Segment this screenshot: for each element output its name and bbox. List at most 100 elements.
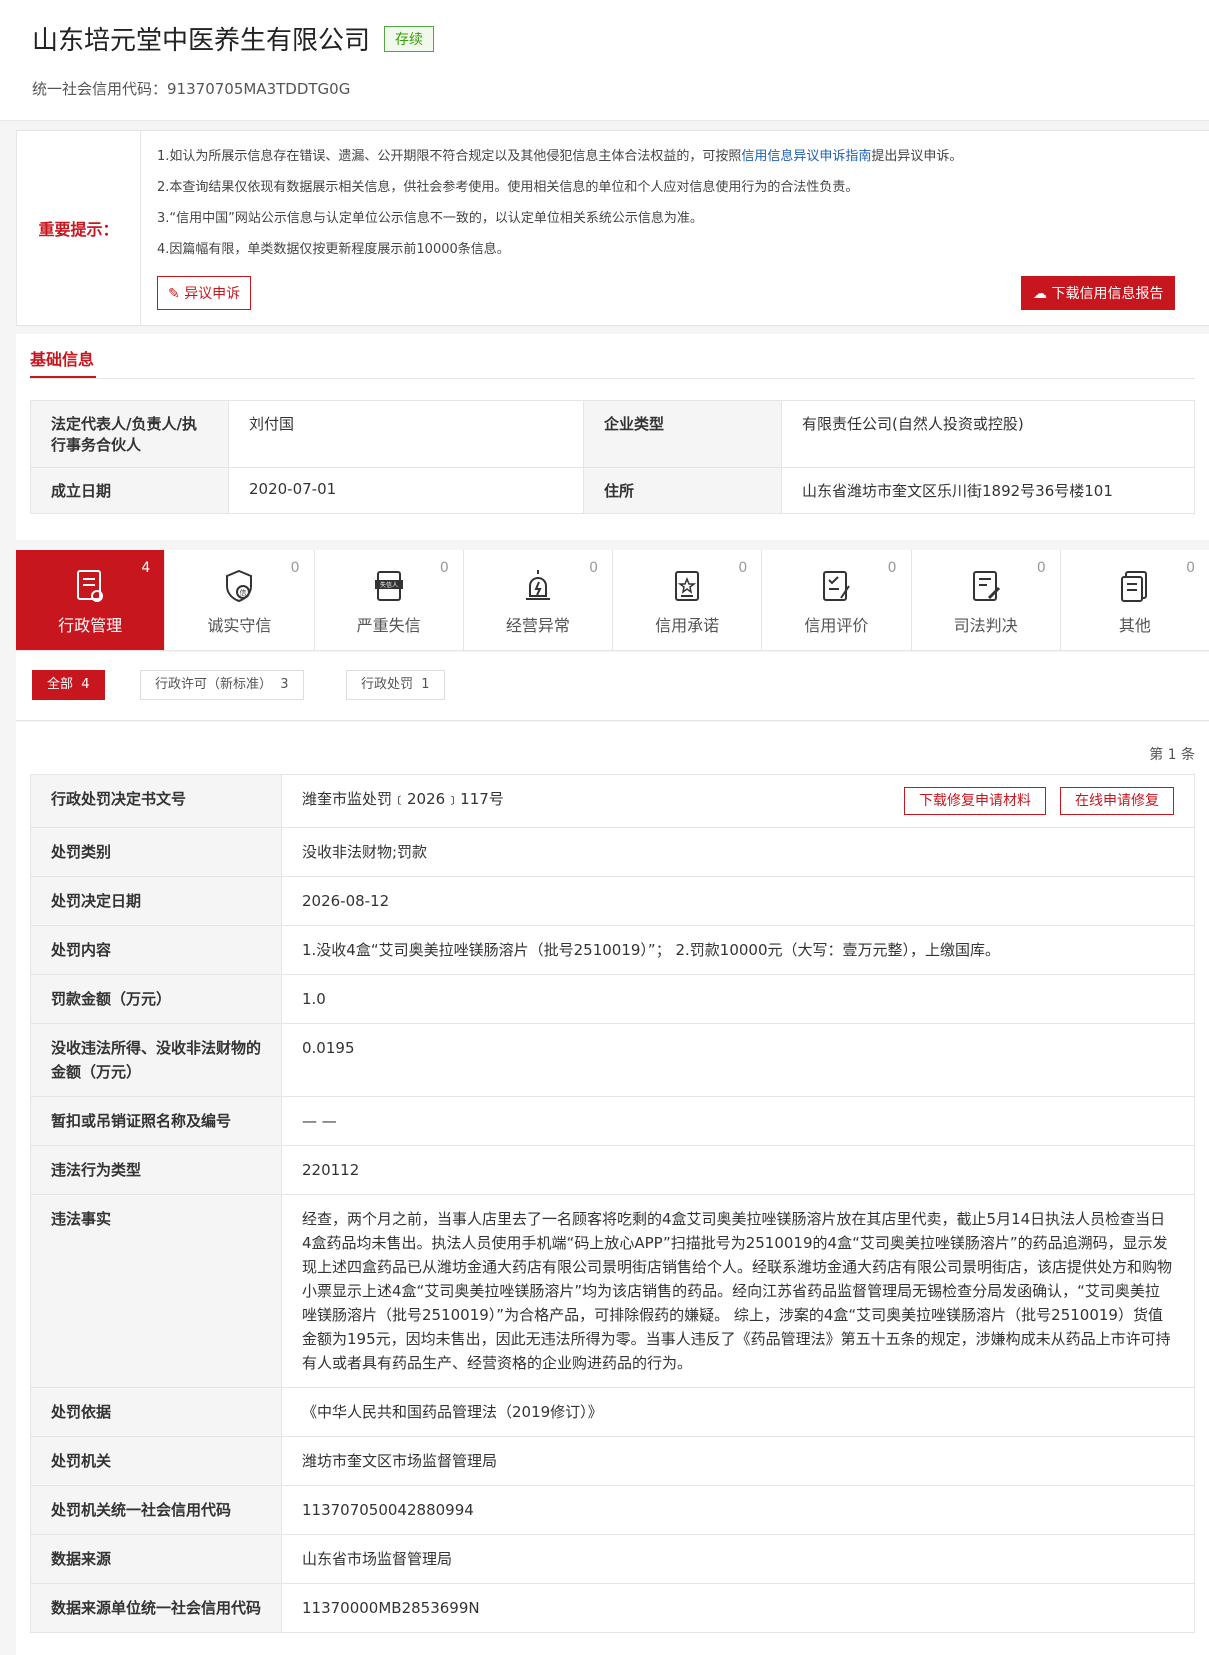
admin-doc-icon [77,570,104,602]
tab-admin[interactable]: 4 行政管理 [16,550,166,650]
tab-count: 0 [738,560,748,576]
notice-line-4: 4.因篇幅有限，单类数据仅按更新程度展示前10000条信息。 [157,242,510,257]
row-label: 行政处罚决定书文号 [30,774,282,828]
objection-button-label: 异议申诉 [184,286,241,302]
row-label: 处罚内容 [30,925,282,975]
basic-info-section: 基础信息 法定代表人/负责人/执行事务合伙人 刘付国 企业类型 有限责任公司(自… [16,334,1209,540]
table-row: 处罚依据 《中华人民共和国药品管理法（2019修订）》 [30,1387,1195,1437]
founded-label: 成立日期 [30,467,229,514]
objection-button[interactable]: ✎ 异议申诉 [157,276,252,310]
row-value: 2026-08-12 [281,876,1195,926]
filter-penalty[interactable]: 行政处罚 1 [346,670,445,700]
tab-label: 信用承诺 [655,616,720,635]
basic-info-row: 法定代表人/负责人/执行事务合伙人 刘付国 企业类型 有限责任公司(自然人投资或… [30,400,1195,468]
table-row: 处罚内容 1.没收4盒“艾司奥美拉唑镁肠溶片（批号2510019）”； 2.罚款1… [30,925,1195,975]
notice-line-1-text: 1.如认为所展示信息存在错误、遗漏、公开期限不符合规定以及其他侵犯信息主体合法权… [157,149,742,164]
alarm-icon [525,570,550,600]
tab-count: 0 [290,560,300,576]
credit-code-value: 91370705MA3TDDTG0G [167,80,351,98]
row-label: 处罚决定日期 [30,876,282,926]
tab-label: 信用评价 [804,616,869,635]
other-icon [1120,571,1147,602]
row-value: 0.0195 [281,1023,1195,1097]
online-repair-button[interactable]: 在线申请修复 [1060,787,1174,815]
filter-count: 3 [280,677,289,692]
row-value: 113707050042880994 [281,1485,1195,1535]
legal-rep-value: 刘付国 [228,400,584,468]
download-report-button[interactable]: ☁ 下载信用信息报告 [1021,276,1176,310]
table-row: 处罚决定日期 2026-08-12 [30,876,1195,926]
row-value: 《中华人民共和国药品管理法（2019修订）》 [281,1387,1195,1437]
repair-actions: 下载修复申请材料 在线申请修复 [890,787,1174,815]
row-label: 暂扣或吊销证照名称及编号 [30,1096,282,1146]
tab-count: 0 [439,560,449,576]
status-badge: 存续 [384,26,434,52]
row-value: 没收非法财物;罚款 [281,827,1195,877]
address-label: 住所 [583,467,782,514]
tab-label: 其他 [1118,616,1151,635]
shield-icon: 信 [226,569,253,603]
page-count: 第 1 条 [1149,747,1195,763]
tab-abnormal[interactable]: 0 经营异常 [464,550,613,650]
row-value: 下载修复申请材料 在线申请修复 潍奎市监处罚﹝2026﹞117号 [281,774,1195,828]
row-label: 数据来源单位统一社会信用代码 [30,1583,282,1633]
table-row: 没收违法所得、没收非法财物的金额（万元） 0.0195 [30,1023,1195,1097]
row-label: 处罚依据 [30,1387,282,1437]
row-value: 220112 [281,1145,1195,1195]
download-repair-button[interactable]: 下载修复申请材料 [904,787,1046,815]
tab-count: 4 [141,560,151,576]
basic-info-table: 法定代表人/负责人/执行事务合伙人 刘付国 企业类型 有限责任公司(自然人投资或… [30,400,1195,514]
credit-detail-page: 山东培元堂中医养生有限公司 存续 统一社会信用代码：91370705MA3TDD… [0,0,1209,1655]
table-row: 违法行为类型 220112 [30,1145,1195,1195]
table-row: 处罚机关统一社会信用代码 113707050042880994 [30,1485,1195,1535]
notice-label: 重要提示： [17,131,141,325]
notice-line-3: 3.“信用中国”网站公示信息与认定单位公示信息不一致的，以认定单位相关系统公示信… [157,211,703,226]
tab-label: 行政管理 [58,616,123,635]
active-underline [30,376,96,378]
penalty-detail: 第 1 条 行政处罚决定书文号 下载修复申请材料 在线申请修复 潍奎市监处罚﹝20… [16,722,1209,1655]
company-header: 山东培元堂中医养生有限公司 存续 统一社会信用代码：91370705MA3TDD… [0,0,1209,121]
company-type-value: 有限责任公司(自然人投资或控股) [781,400,1195,468]
judgement-icon [972,571,1000,601]
row-label: 罚款金额（万元） [30,974,282,1024]
row-value: 1.没收4盒“艾司奥美拉唑镁肠溶片（批号2510019）”； 2.罚款10000… [281,925,1195,975]
objection-guide-link[interactable]: 信用信息异议申诉指南 [741,149,871,164]
svg-text:失信人: 失信人 [380,581,398,589]
row-value: — — [281,1096,1195,1146]
row-value: 1.0 [281,974,1195,1024]
tab-rating[interactable]: 0 信用评价 [762,550,912,650]
row-value: 山东省市场监督管理局 [281,1534,1195,1584]
filter-all[interactable]: 全部 4 [32,670,105,700]
tab-promise[interactable]: 0 信用承诺 [613,550,763,650]
legal-rep-label: 法定代表人/负责人/执行事务合伙人 [30,400,229,468]
basic-info-title: 基础信息 [30,350,95,369]
company-name: 山东培元堂中医养生有限公司 [32,26,371,56]
filter-license[interactable]: 行政许可（新标准） 3 [140,670,304,700]
tab-label: 经营异常 [505,616,570,635]
company-type-label: 企业类型 [583,400,782,468]
filter-label: 行政处罚 [361,677,414,692]
dishonest-icon: 失信人 [374,571,403,601]
table-row: 数据来源单位统一社会信用代码 11370000MB2853699N [30,1583,1195,1633]
penalty-detail-table: 行政处罚决定书文号 下载修复申请材料 在线申请修复 潍奎市监处罚﹝2026﹞117… [30,774,1195,1633]
tab-count: 0 [589,560,598,576]
tab-judgement[interactable]: 0 司法判决 [912,550,1061,650]
table-row: 数据来源 山东省市场监督管理局 [30,1534,1195,1584]
filter-label: 全部 [47,677,74,692]
filter-label: 行政许可（新标准） [155,677,273,692]
tab-other[interactable]: 0 其他 [1061,550,1209,650]
cloud-download-icon: ☁ [1033,286,1047,302]
tab-label: 严重失信 [356,616,421,635]
tab-honesty[interactable]: 0 信 诚实守信 [165,550,315,650]
address-value: 山东省潍坊市奎文区乐川街1892号36号楼101 [781,467,1195,514]
tab-dishonest[interactable]: 0 失信人 严重失信 [315,550,464,650]
table-row: 行政处罚决定书文号 下载修复申请材料 在线申请修复 潍奎市监处罚﹝2026﹞117… [30,774,1195,828]
table-row: 罚款金额（万元） 1.0 [30,974,1195,1024]
row-label: 没收违法所得、没收非法财物的金额（万元） [30,1023,282,1097]
row-label: 处罚机关 [30,1436,282,1486]
promise-icon [675,571,700,601]
tab-count: 0 [1036,560,1046,576]
tab-label: 司法判决 [953,616,1018,635]
divider [30,378,1195,379]
row-label: 数据来源 [30,1534,282,1584]
